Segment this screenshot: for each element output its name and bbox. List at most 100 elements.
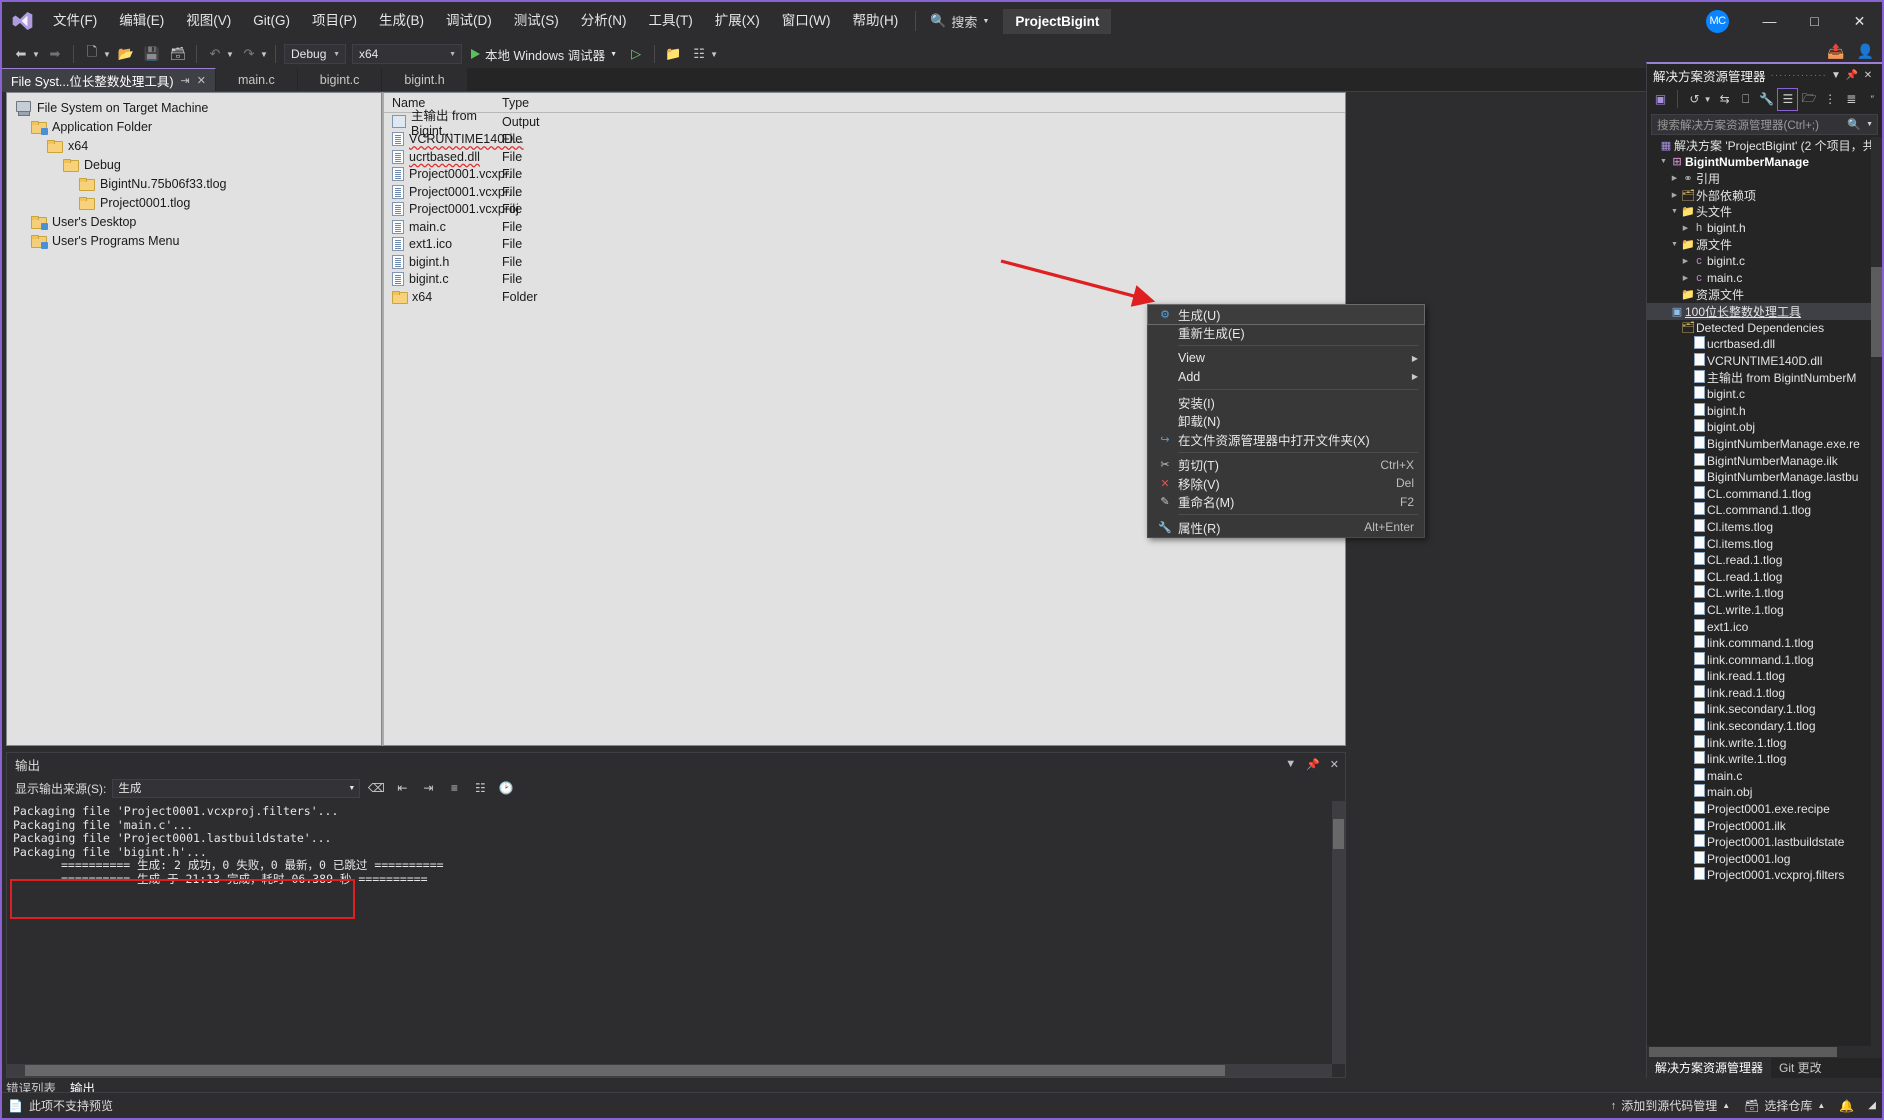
solution-tree-node[interactable]: link.command.1.tlog: [1647, 635, 1882, 652]
pin-icon[interactable]: 📌: [1844, 70, 1860, 81]
redo-icon[interactable]: ↷: [236, 42, 262, 66]
configuration-dropdown[interactable]: Debug ▼: [284, 44, 346, 64]
search-icon[interactable]: 🔍: [1847, 118, 1861, 131]
target-tree-node[interactable]: Application Folder: [7, 118, 381, 135]
solution-tree-node[interactable]: link.read.1.tlog: [1647, 668, 1882, 685]
solution-tree-node[interactable]: bigint.h: [1647, 402, 1882, 420]
platform-dropdown[interactable]: x64 ▼: [352, 44, 462, 64]
solution-tree-node[interactable]: BigintNumberManage.lastbu: [1647, 469, 1882, 486]
undo-icon[interactable]: ↶: [202, 42, 228, 66]
filter-icon[interactable]: ⋮: [1821, 89, 1840, 110]
solution-tree-node[interactable]: 🗂 Detected Dependencies: [1647, 320, 1882, 337]
solution-vscroll-thumb[interactable]: [1871, 267, 1882, 357]
solution-tree-node[interactable]: Project0001.lastbuildstate: [1647, 834, 1882, 851]
chevron-right-icon[interactable]: ▶: [1669, 191, 1680, 199]
find-icon[interactable]: ≡: [444, 778, 464, 798]
solution-tree-node[interactable]: link.secondary.1.tlog: [1647, 718, 1882, 735]
overflow-icon[interactable]: ″: [1863, 89, 1882, 110]
menu-git[interactable]: Git(G): [242, 2, 301, 40]
solution-tree-node[interactable]: Cl.items.tlog: [1647, 535, 1882, 552]
context-menu-item[interactable]: ✂ 剪切(T) Ctrl+X: [1148, 456, 1424, 475]
context-menu-item[interactable]: ↪ 在文件资源管理器中打开文件夹(X): [1148, 430, 1424, 449]
global-search[interactable]: 🔍 搜索 ▼: [922, 12, 997, 31]
chevron-down-icon[interactable]: ▼: [1828, 70, 1844, 81]
solution-tree-node[interactable]: link.command.1.tlog: [1647, 651, 1882, 668]
clear-all-icon[interactable]: ⌫: [366, 778, 386, 798]
menu-file[interactable]: 文件(F): [42, 2, 108, 40]
solution-tree-node[interactable]: CL.read.1.tlog: [1647, 552, 1882, 569]
solution-explorer-search[interactable]: 搜索解决方案资源管理器(Ctrl+;) 🔍 ▼: [1651, 114, 1878, 135]
solution-tree-node[interactable]: ▶ 🗂 外部依赖项: [1647, 187, 1882, 204]
chevron-down-icon[interactable]: ▼: [1669, 241, 1680, 248]
collapse-all-icon[interactable]: ⎕: [1736, 89, 1755, 110]
menu-window[interactable]: 窗口(W): [771, 2, 842, 40]
open-file-icon[interactable]: 📂: [113, 42, 139, 66]
file-list-row[interactable]: 主输出 from Bigint... Output: [384, 109, 1345, 138]
solution-tree-node[interactable]: CL.command.1.tlog: [1647, 485, 1882, 502]
chevron-down-icon[interactable]: ▼: [1866, 121, 1873, 128]
tab-solution-explorer[interactable]: 解决方案资源管理器: [1647, 1055, 1772, 1078]
sort-icon[interactable]: ≣: [1842, 89, 1861, 110]
code-view-icon[interactable]: ▣: [1651, 89, 1670, 110]
solution-tree-node[interactable]: ▼ ⊞ BigintNumberManage: [1647, 154, 1882, 171]
maximize-button[interactable]: □: [1792, 2, 1837, 40]
menu-view[interactable]: 视图(V): [175, 2, 242, 40]
tab-bigint-c[interactable]: bigint.c: [297, 68, 383, 91]
chevron-right-icon[interactable]: ▶: [1669, 174, 1680, 182]
navigate-forward-icon[interactable]: ➡: [42, 42, 68, 66]
add-to-source-control-button[interactable]: ↑ 添加到源代码管理 ▲: [1611, 1097, 1730, 1114]
file-list-row[interactable]: main.c File: [384, 218, 1345, 236]
chevron-right-icon[interactable]: ▶: [1680, 274, 1691, 282]
menu-extensions[interactable]: 扩展(X): [704, 2, 771, 40]
target-tree-node[interactable]: x64: [7, 137, 381, 154]
context-menu-item[interactable]: ✕ 移除(V) Del: [1148, 474, 1424, 493]
solution-tree-node[interactable]: Project0001.vcxproj.filters: [1647, 867, 1882, 884]
save-icon[interactable]: 💾: [139, 42, 165, 66]
file-list-row[interactable]: Project0001.vcxpr... File: [384, 183, 1345, 201]
target-tree-node[interactable]: User's Programs Menu: [7, 232, 381, 249]
chevron-down-icon[interactable]: ▼: [1285, 758, 1296, 771]
tab-file-system[interactable]: File Syst...位长整数处理工具) ⇥ ✕: [2, 68, 216, 91]
output-source-dropdown[interactable]: 生成 ▼: [112, 778, 361, 798]
context-menu-item[interactable]: 卸载(N): [1148, 412, 1424, 431]
chevron-down-icon[interactable]: ▼: [1702, 95, 1713, 104]
solution-tree-node[interactable]: ▦ 解决方案 'ProjectBigint' (2 个项目，共: [1647, 137, 1882, 154]
column-header-type[interactable]: Type: [502, 96, 529, 110]
solution-tree-node[interactable]: Project0001.log: [1647, 850, 1882, 868]
play-outline-icon[interactable]: ▷: [623, 42, 649, 66]
tab-git-changes[interactable]: Git 更改: [1771, 1057, 1830, 1078]
open-folder-icon[interactable]: 📁: [660, 42, 686, 66]
solution-horizontal-scrollbar[interactable]: [1647, 1046, 1882, 1058]
solution-tree-node[interactable]: VCRUNTIME140D.dll: [1647, 353, 1882, 370]
sync-icon[interactable]: ⇆: [1715, 89, 1734, 110]
target-tree-node[interactable]: Debug: [7, 156, 381, 173]
layout-dropdown-icon[interactable]: ▼: [708, 50, 720, 59]
solution-tree-node[interactable]: ext1.ico: [1647, 618, 1882, 635]
solution-tree-node[interactable]: ▣ 100位长整数处理工具: [1647, 302, 1882, 320]
solution-tree-node[interactable]: ▼ 📁 源文件: [1647, 237, 1882, 254]
file-list-row[interactable]: bigint.c File: [384, 271, 1345, 289]
solution-tree[interactable]: ▦ 解决方案 'ProjectBigint' (2 个项目，共 ▼ ⊞ BigintNu…: [1647, 137, 1882, 1046]
context-menu-item[interactable]: 安装(I): [1148, 393, 1424, 412]
chevron-down-icon[interactable]: ▼: [1669, 208, 1680, 215]
new-folder-icon[interactable]: 🗁: [1799, 89, 1818, 110]
tab-bigint-h[interactable]: bigint.h: [382, 68, 468, 91]
solution-hscroll-thumb[interactable]: [1649, 1047, 1837, 1057]
solution-tree-node[interactable]: main.obj: [1647, 784, 1882, 801]
solution-tree-node[interactable]: link.write.1.tlog: [1647, 751, 1882, 768]
solution-tree-node[interactable]: bigint.c: [1647, 386, 1882, 403]
file-list-row[interactable]: VCRUNTIME140D... File: [384, 131, 1345, 149]
target-machine-tree[interactable]: File System on Target Machine Application…: [6, 92, 382, 746]
toggle-autoscroll-icon[interactable]: ⇥: [418, 778, 438, 798]
pin-icon[interactable]: ⇥: [181, 74, 190, 87]
solution-tree-node[interactable]: link.write.1.tlog: [1647, 734, 1882, 751]
close-icon[interactable]: ✕: [1860, 70, 1876, 81]
solution-vertical-scrollbar[interactable]: [1871, 137, 1882, 1046]
solution-tree-node[interactable]: Project0001.ilk: [1647, 817, 1882, 834]
avatar[interactable]: MC: [1706, 9, 1729, 33]
solution-name-chip[interactable]: ProjectBigint: [1003, 8, 1112, 34]
solution-tree-node[interactable]: main.c: [1647, 767, 1882, 785]
menu-edit[interactable]: 编辑(E): [108, 2, 175, 40]
menu-analyze[interactable]: 分析(N): [570, 2, 638, 40]
select-repository-button[interactable]: 🗃 选择仓库 ▲: [1744, 1097, 1825, 1114]
